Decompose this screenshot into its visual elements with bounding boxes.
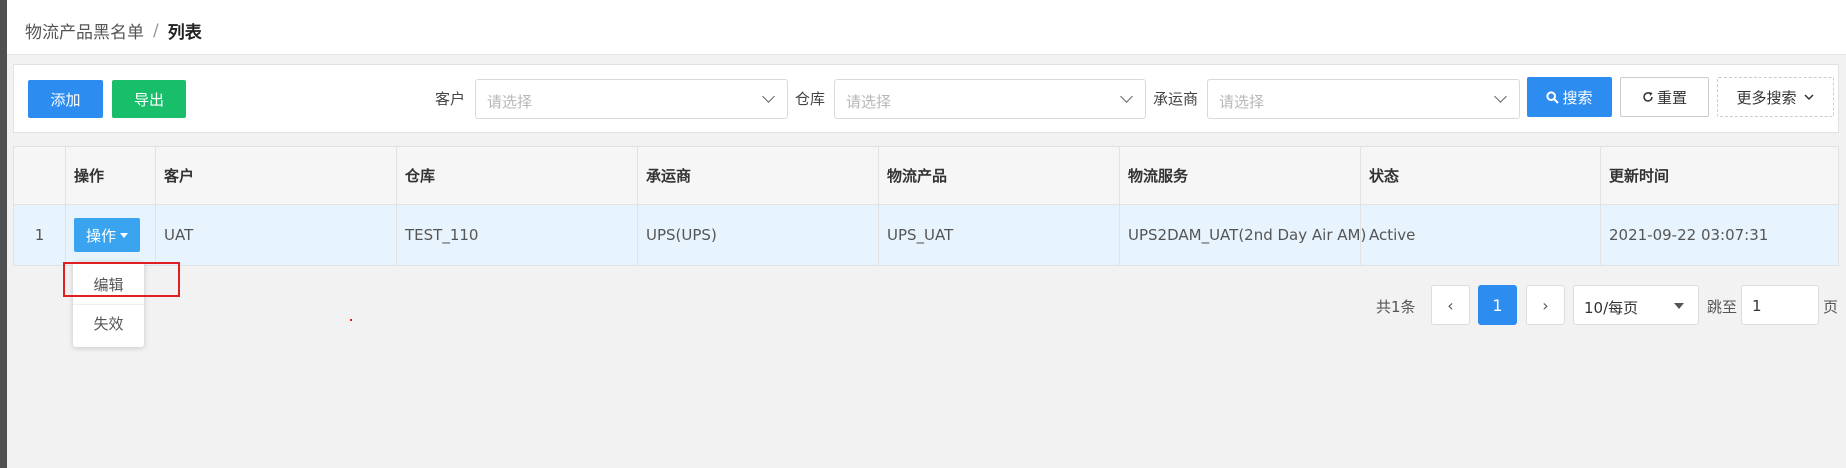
warehouse-label: 仓库 xyxy=(795,90,826,108)
chevron-down-icon xyxy=(762,90,775,103)
page-size-value: 10/每页 xyxy=(1584,299,1639,317)
reset-button-label: 重置 xyxy=(1656,88,1687,107)
carrier-label: 承运商 xyxy=(1153,90,1199,108)
breadcrumb: 物流产品黑名单 / 列表 xyxy=(25,18,202,44)
breadcrumb-current: 列表 xyxy=(167,23,202,43)
header-warehouse[interactable]: 仓库 xyxy=(397,147,638,204)
header-service[interactable]: 物流服务 xyxy=(1120,147,1361,204)
row-updated: 2021-09-22 03:07:31 xyxy=(1609,226,1769,244)
row-action-cell: 操作 xyxy=(66,205,156,265)
search-button[interactable]: 搜索 xyxy=(1527,77,1612,117)
window-left-edge xyxy=(0,0,7,468)
add-button[interactable]: 添加 xyxy=(28,80,103,118)
menu-divider xyxy=(73,304,144,305)
page-size-select[interactable]: 10/每页 xyxy=(1573,285,1699,325)
menu-item-disable[interactable]: 失效 xyxy=(73,313,144,334)
chevron-down-icon xyxy=(1120,90,1133,103)
warehouse-placeholder: 请选择 xyxy=(846,93,892,111)
breadcrumb-separator: / xyxy=(153,20,159,41)
carrier-placeholder: 请选择 xyxy=(1219,93,1265,111)
refresh-icon xyxy=(1643,92,1653,102)
reset-button[interactable]: 重置 xyxy=(1620,77,1709,117)
highlight-box xyxy=(63,262,180,297)
search-button-label: 搜索 xyxy=(1562,88,1593,107)
customer-placeholder: 请选择 xyxy=(487,93,533,111)
filter-toolbar: 添加 导出 客户 请选择 仓库 请选择 承运商 请选择 搜索 重置 更多搜索 xyxy=(13,64,1839,133)
data-table: 操作 客户 仓库 承运商 物流产品 物流服务 状态 更新时间 1 操作 UAT … xyxy=(13,146,1839,266)
header-carrier[interactable]: 承运商 xyxy=(638,147,879,204)
page-suffix-label: 页 xyxy=(1823,298,1839,316)
search-icon xyxy=(1546,90,1560,104)
more-search-button[interactable]: 更多搜索 xyxy=(1717,77,1834,117)
annotation-dot xyxy=(350,319,352,321)
row-index: 1 xyxy=(14,205,66,265)
header-index xyxy=(14,147,66,204)
top-bar: 物流产品黑名单 / 列表 xyxy=(7,0,1846,55)
chevron-down-icon xyxy=(1494,90,1507,103)
action-button-label: 操作 xyxy=(85,226,116,245)
row-warehouse: TEST_110 xyxy=(397,205,638,265)
pagination-page-1[interactable]: 1 xyxy=(1478,285,1517,325)
row-service: UPS2DAM_UAT(2nd Day Air AM) xyxy=(1120,205,1366,265)
warehouse-select[interactable]: 请选择 xyxy=(834,79,1146,119)
row-customer: UAT xyxy=(156,205,397,265)
row-product: UPS_UAT xyxy=(879,205,1120,265)
header-status[interactable]: 状态 xyxy=(1361,147,1601,204)
header-updated[interactable]: 更新时间 xyxy=(1601,147,1840,204)
customer-label: 客户 xyxy=(435,90,466,108)
export-button[interactable]: 导出 xyxy=(112,80,186,118)
breadcrumb-parent[interactable]: 物流产品黑名单 xyxy=(25,18,144,43)
row-carrier: UPS(UPS) xyxy=(638,205,879,265)
table-header: 操作 客户 仓库 承运商 物流产品 物流服务 状态 更新时间 xyxy=(14,147,1838,205)
caret-down-icon xyxy=(1674,303,1684,309)
header-product[interactable]: 物流产品 xyxy=(879,147,1120,204)
caret-down-icon xyxy=(120,232,128,238)
pagination-next-button[interactable]: › xyxy=(1526,285,1565,325)
chevron-right-icon: › xyxy=(1542,295,1549,315)
more-search-label: 更多搜索 xyxy=(1736,88,1797,107)
action-dropdown-button[interactable]: 操作 xyxy=(74,218,140,252)
jump-page-input[interactable]: 1 xyxy=(1741,285,1819,325)
jump-label: 跳至 xyxy=(1707,298,1738,316)
chevron-down-icon xyxy=(1803,94,1814,101)
jump-page-value: 1 xyxy=(1752,297,1762,315)
carrier-select[interactable]: 请选择 xyxy=(1207,79,1520,119)
customer-select[interactable]: 请选择 xyxy=(475,79,788,119)
table-row[interactable]: 1 操作 UAT TEST_110 UPS(UPS) UPS_UAT UPS2D… xyxy=(14,205,1838,265)
row-status: Active xyxy=(1361,205,1601,265)
chevron-left-icon: ‹ xyxy=(1447,295,1454,315)
header-action: 操作 xyxy=(66,147,156,204)
pagination-total: 共1条 xyxy=(1376,298,1416,316)
header-customer[interactable]: 客户 xyxy=(156,147,397,204)
pagination-prev-button[interactable]: ‹ xyxy=(1431,285,1470,325)
